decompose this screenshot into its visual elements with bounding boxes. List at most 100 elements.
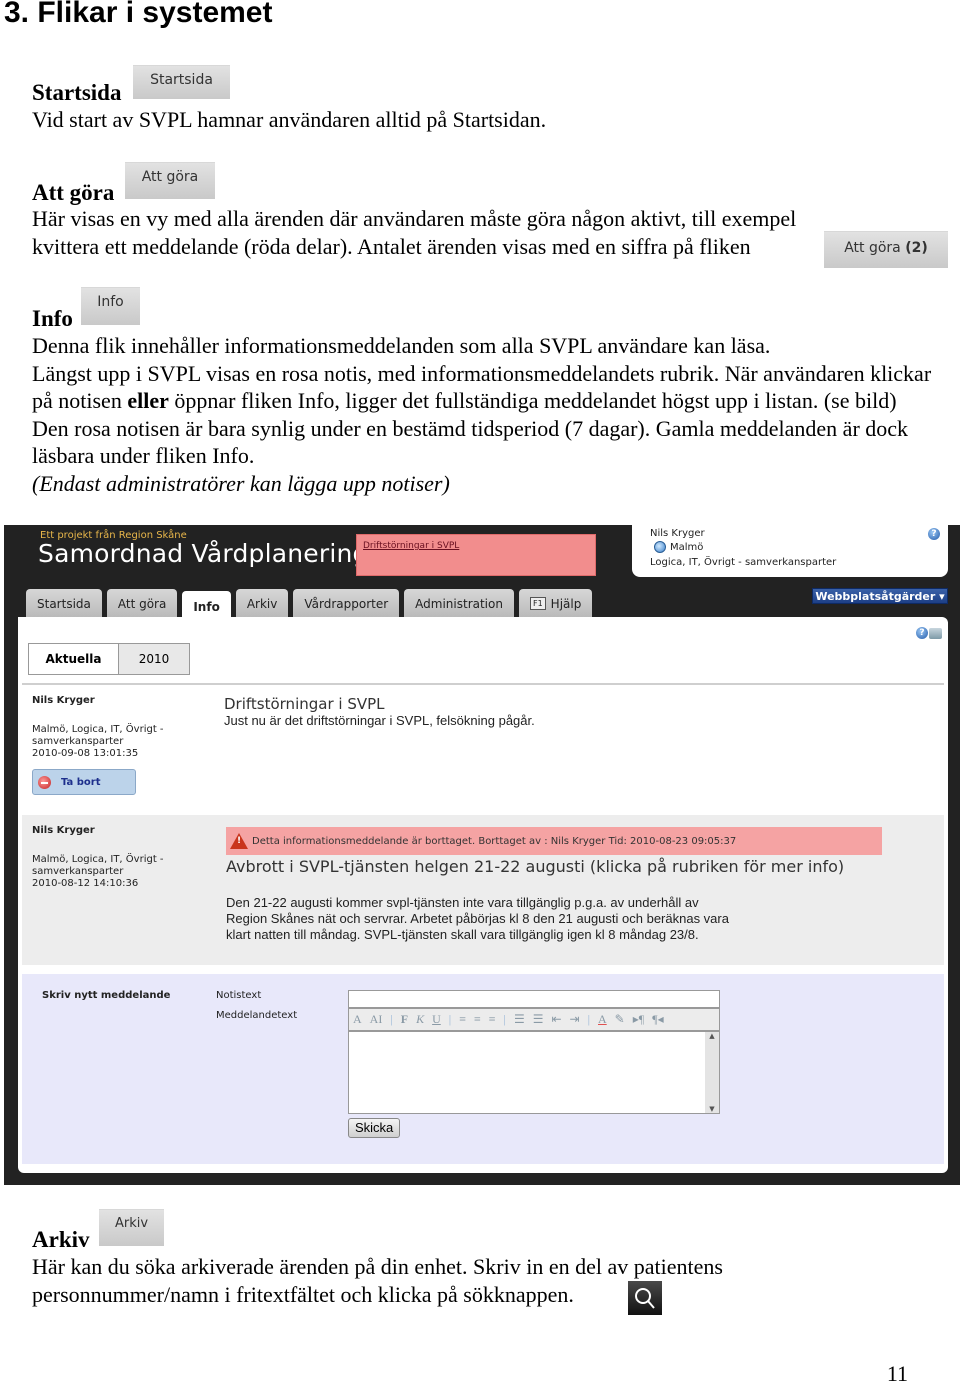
globe-icon — [654, 541, 666, 553]
section-title-info: Info — [32, 306, 73, 331]
align-right-icon[interactable]: ≡ — [489, 1012, 496, 1027]
toolbar-separator: | — [587, 1012, 590, 1026]
info-paragraph-4: (Endast administratörer kan lägga upp no… — [32, 470, 450, 496]
highlight-icon[interactable]: ✎ — [615, 1012, 625, 1027]
tab-image-att-gora: Att göra — [125, 162, 215, 199]
numbered-list-icon[interactable]: ☰ — [514, 1012, 525, 1027]
info-p2-text-end: öppnar fliken Info, ligger det fullständ… — [168, 388, 897, 414]
italic-icon[interactable]: K — [416, 1012, 424, 1027]
form-heading: Skriv nytt meddelande — [42, 990, 171, 1001]
remove-icon — [38, 775, 51, 789]
message-meta: Malmö, Logica, IT, Övrigt - samverkanspa… — [32, 724, 164, 747]
att-gora-line-2: kvittera ett meddelande (röda delar). An… — [32, 233, 751, 259]
message-label: Meddelandetext — [216, 1010, 298, 1021]
bullet-list-icon[interactable]: ☰ — [533, 1012, 544, 1027]
subtab-2010[interactable]: 2010 — [119, 644, 189, 674]
font-size-icon[interactable]: AI — [370, 1012, 383, 1027]
user-box: Nils Kryger Malmö Logica, IT, Övrigt - s… — [632, 525, 948, 577]
deleted-warning: ! Detta informationsmeddelande är bortta… — [226, 827, 882, 855]
help-icon[interactable]: ? — [916, 627, 928, 639]
editor-scrollbar[interactable]: ▲ ▼ — [705, 1032, 719, 1113]
search-button-image — [628, 1281, 662, 1315]
scroll-down-icon[interactable]: ▼ — [705, 1105, 719, 1113]
notice-link[interactable]: Driftstörningar i SVPL — [363, 541, 459, 551]
deleted-notice-text: Detta informationsmeddelande är borttage… — [252, 835, 737, 847]
underline-icon[interactable]: U — [432, 1012, 441, 1027]
f1-key-icon: F1 — [529, 597, 546, 610]
count-tab-label: Att göra — [844, 240, 901, 256]
notis-label: Notistext — [216, 990, 262, 1001]
message-2-meta: Nils Kryger Malmö, Logica, IT, Övrigt - … — [32, 825, 192, 890]
send-button[interactable]: Skicka — [348, 1118, 401, 1138]
section-title-arkiv: Arkiv — [32, 1227, 90, 1252]
att-gora-description: Här visas en vy med alla ärenden där anv… — [32, 205, 932, 260]
message-editor[interactable]: A AI | F K U | ≡ ≡ ≡ | ☰ ☰ ⇤ ⇥ | A ✎ ▸¶ … — [348, 1008, 720, 1114]
toolbar-separator: | — [503, 1012, 506, 1026]
tab-arkiv[interactable]: Arkiv — [235, 589, 289, 618]
info-p2-bold: eller — [127, 388, 169, 414]
chapter-heading: 3. Flikar i systemet — [4, 0, 273, 29]
user-location-text: Malmö — [670, 541, 704, 553]
tab-hjalp[interactable]: F1 Hjälp — [518, 589, 593, 618]
message-author: Nils Kryger — [32, 825, 95, 836]
main-tabs: Startsida Att göra Info Arkiv Vårdrappor… — [26, 587, 593, 622]
message-1-meta: Nils Kryger Malmö, Logica, IT, Övrigt - … — [32, 695, 192, 760]
font-icon[interactable]: A — [353, 1012, 362, 1027]
message-textarea[interactable] — [349, 1032, 719, 1036]
section-title-att-gora: Att göra — [32, 180, 115, 205]
content-panel: ? Aktuella 2010 Nils Kryger Malmö, Logic… — [18, 617, 948, 1173]
message-timestamp: 2010-08-12 14:10:36 — [32, 878, 139, 889]
bold-icon[interactable]: F — [401, 1012, 408, 1027]
message-meta: Malmö, Logica, IT, Övrigt - samverkanspa… — [32, 854, 164, 877]
startsida-description: Vid start av SVPL hamnar användaren allt… — [32, 107, 547, 132]
align-left-icon[interactable]: ≡ — [459, 1012, 466, 1027]
delete-button[interactable]: Ta bort — [32, 769, 136, 795]
message-title[interactable]: Avbrott i SVPL-tjänsten helgen 21-22 aug… — [226, 857, 866, 876]
info-paragraph-3: Den rosa notisen är bara synlig under en… — [32, 415, 909, 469]
tab-hjalp-label: Hjälp — [550, 596, 582, 611]
user-name: Nils Kryger — [650, 528, 705, 539]
scroll-up-icon[interactable]: ▲ — [705, 1032, 719, 1040]
tab-image-arkiv: Arkiv — [99, 1209, 164, 1246]
section-title-startsida: Startsida — [32, 80, 122, 105]
tab-image-att-gora-count: Att göra (2) — [824, 231, 948, 268]
message-title[interactable]: Driftstörningar i SVPL — [224, 695, 385, 713]
site-actions-menu[interactable]: Webbplatsåtgärder ▾ — [812, 588, 948, 604]
tab-startsida[interactable]: Startsida — [26, 589, 102, 618]
tab-att-gora[interactable]: Att göra — [106, 589, 178, 618]
message-body: Den 21-22 augusti kommer svpl-tjänsten i… — [226, 895, 729, 942]
user-location: Malmö — [654, 541, 703, 553]
app-brand: Samordnad Vårdplanering — [38, 539, 369, 568]
align-center-icon[interactable]: ≡ — [474, 1012, 481, 1027]
divider — [22, 683, 944, 685]
tab-administration[interactable]: Administration — [404, 589, 514, 618]
tab-vardrapporter[interactable]: Vårdrapporter — [293, 589, 400, 618]
new-message-form: Skriv nytt meddelande Notistext Meddelan… — [22, 974, 944, 1164]
page-number: 11 — [886, 1361, 908, 1386]
info-paragraph-2: Längst upp i SVPL visas en rosa notis, m… — [32, 360, 932, 415]
message-author: Nils Kryger — [32, 695, 95, 706]
arkiv-line-2: personnummer/namn i fritextfältet och kl… — [32, 1281, 574, 1307]
arkiv-line-1: Här kan du söka arkiverade ärenden på di… — [32, 1254, 723, 1279]
text-color-icon[interactable]: A — [598, 1012, 607, 1027]
notis-input[interactable] — [348, 990, 720, 1008]
toolbar-separator: | — [448, 1012, 452, 1026]
user-org: Logica, IT, Övrigt - samverkansparter — [650, 557, 837, 568]
indent-icon[interactable]: ⇥ — [570, 1012, 580, 1027]
message-body: Just nu är det driftstörningar i SVPL, f… — [224, 713, 535, 728]
message-timestamp: 2010-09-08 13:01:35 — [32, 748, 139, 759]
rtl-icon[interactable]: ¶◂ — [652, 1012, 663, 1027]
warning-icon: ! — [230, 833, 248, 849]
subtabs: Aktuella 2010 — [28, 643, 190, 675]
info-paragraph-1: Denna flik innehåller informationsmeddel… — [32, 333, 771, 358]
delete-label: Ta bort — [61, 776, 101, 788]
tab-image-info: Info — [81, 287, 140, 325]
page-tools: ? — [916, 627, 942, 639]
ltr-icon[interactable]: ▸¶ — [633, 1012, 644, 1027]
outdent-icon[interactable]: ⇤ — [551, 1012, 561, 1027]
count-tab-count: (2) — [905, 240, 928, 256]
print-icon[interactable] — [929, 627, 942, 639]
info-description: Denna flik innehåller informationsmeddel… — [32, 332, 932, 498]
subtab-aktuella[interactable]: Aktuella — [29, 644, 119, 674]
help-icon[interactable]: ? — [928, 528, 940, 540]
